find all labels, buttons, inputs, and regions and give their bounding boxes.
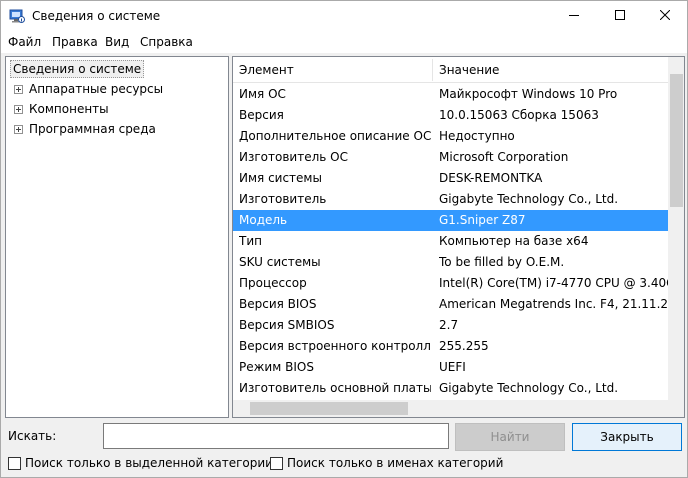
tree-node-components[interactable]: Компоненты bbox=[14, 101, 109, 117]
tree-node-hardware-resources[interactable]: Аппаратные ресурсы bbox=[14, 81, 163, 97]
tree-node-label: Программная среда bbox=[29, 122, 156, 136]
search-category-names-option[interactable]: Поиск только в именах категорий bbox=[270, 456, 503, 470]
table-row[interactable]: Изготовитель Gigabyte Technology Co., Ltd… bbox=[233, 189, 668, 210]
table-row[interactable]: Имя системы DESK-REMONTKA bbox=[233, 168, 668, 189]
minimize-icon bbox=[569, 9, 579, 23]
tree-node-software-environment[interactable]: Программная среда bbox=[14, 121, 156, 137]
row-value-cell: Microsoft Corporation bbox=[439, 150, 569, 164]
system-info-window: Сведения о системе Файл Правка Вид Справ… bbox=[0, 0, 688, 478]
tree-node-label: Аппаратные ресурсы bbox=[29, 82, 164, 96]
scrollbar-corner bbox=[668, 400, 684, 417]
close-window-button[interactable] bbox=[642, 1, 688, 31]
row-item-cell: Изготовитель ОС bbox=[239, 150, 348, 164]
horizontal-scrollbar[interactable] bbox=[233, 400, 668, 417]
find-button-label: Найти bbox=[490, 430, 530, 444]
close-button-label: Закрыть bbox=[600, 430, 654, 444]
table-row[interactable]: Версия SMBIOS 2.7 bbox=[233, 315, 668, 336]
row-value-cell: Недоступно bbox=[439, 129, 515, 143]
tree-node-label: Компоненты bbox=[29, 102, 109, 116]
row-value-cell: DESK-REMONTKA bbox=[439, 171, 543, 185]
row-item-cell: Дополнительное описание ОС bbox=[239, 129, 431, 143]
table-row[interactable]: Процессор Intel(R) Core(TM) i7-4770 CPU @… bbox=[233, 273, 668, 294]
table-row[interactable]: SKU системы To be filled by O.E.M. bbox=[233, 252, 668, 273]
column-header-item[interactable]: Элемент bbox=[233, 57, 432, 83]
row-value-cell: G1.Sniper Z87 bbox=[439, 213, 526, 227]
row-item-cell: Версия BIOS bbox=[239, 297, 317, 311]
row-item-cell: Версия bbox=[239, 108, 284, 122]
horizontal-scroll-thumb[interactable] bbox=[250, 402, 408, 415]
table-row[interactable]: Имя ОС Майкрософт Windows 10 Pro bbox=[233, 84, 668, 105]
menu-file[interactable]: Файл bbox=[8, 35, 41, 49]
table-row[interactable]: Версия BIOS American Megatrends Inc. F4, … bbox=[233, 294, 668, 315]
maximize-icon bbox=[615, 9, 625, 23]
search-input[interactable] bbox=[103, 423, 449, 449]
window-title: Сведения о системе bbox=[32, 9, 161, 23]
row-value-cell: Майкрософт Windows 10 Pro bbox=[439, 87, 618, 101]
expand-plus-icon[interactable] bbox=[14, 84, 23, 94]
row-item-cell: Модель bbox=[239, 213, 288, 227]
row-value-cell: American Megatrends Inc. F4, 21.11.2013 bbox=[439, 297, 668, 311]
row-item-cell: Режим BIOS bbox=[239, 360, 314, 374]
row-item-cell: Изготовитель bbox=[239, 192, 327, 206]
minimize-button[interactable] bbox=[551, 1, 597, 31]
list-header: Элемент Значение bbox=[233, 57, 668, 83]
category-tree[interactable]: Сведения о системе Аппаратные ресурсы Ко… bbox=[5, 56, 229, 418]
search-label: Искать: bbox=[8, 429, 57, 443]
menu-help[interactable]: Справка bbox=[140, 35, 193, 49]
row-value-cell: Компьютер на базе x64 bbox=[439, 234, 589, 248]
vertical-scroll-thumb[interactable] bbox=[670, 74, 683, 207]
row-value-cell: UEFI bbox=[439, 360, 466, 374]
row-value-cell: To be filled by O.E.M. bbox=[439, 255, 565, 269]
title-bar[interactable]: Сведения о системе bbox=[1, 1, 687, 31]
row-value-cell: Intel(R) Core(TM) i7-4770 CPU @ 3.40GHz bbox=[439, 276, 668, 290]
column-header-value[interactable]: Значение bbox=[433, 57, 668, 83]
find-button[interactable]: Найти bbox=[455, 423, 565, 451]
table-row[interactable]: Режим BIOS UEFI bbox=[233, 357, 668, 378]
search-selected-category-option[interactable]: Поиск только в выделенной категории bbox=[8, 456, 273, 470]
table-row[interactable]: Модель G1.Sniper Z87 bbox=[233, 210, 668, 231]
row-item-cell: Версия встроенного контроллера bbox=[239, 339, 431, 353]
expand-plus-icon[interactable] bbox=[14, 104, 23, 114]
row-value-cell: 2.7 bbox=[439, 318, 459, 332]
table-row[interactable]: Изготовитель ОС Microsoft Corporation bbox=[233, 147, 668, 168]
table-row[interactable]: Изготовитель основной платы Gigabyte Tech… bbox=[233, 378, 668, 399]
row-item-cell: Имя ОС bbox=[239, 87, 286, 101]
tree-root-system-summary[interactable]: Сведения о системе bbox=[10, 60, 145, 78]
expand-plus-icon[interactable] bbox=[14, 124, 23, 134]
list-rows: Имя ОС Майкрософт Windows 10 Pro Версия 10.… bbox=[233, 84, 668, 399]
row-item-cell: Изготовитель основной платы bbox=[239, 381, 431, 395]
search-selected-category-checkbox[interactable] bbox=[8, 456, 21, 470]
row-item-cell: Процессор bbox=[239, 276, 307, 290]
row-value-cell: 255.255 bbox=[439, 339, 489, 353]
vertical-scrollbar[interactable] bbox=[668, 57, 684, 400]
row-item-cell: Тип bbox=[239, 234, 262, 248]
row-item-cell: Версия SMBIOS bbox=[239, 318, 335, 332]
row-value-cell: 10.0.15063 Сборка 15063 bbox=[439, 108, 599, 122]
close-button[interactable]: Закрыть bbox=[572, 423, 682, 451]
row-item-cell: SKU системы bbox=[239, 255, 321, 269]
system-info-icon bbox=[9, 8, 25, 24]
close-icon bbox=[659, 9, 671, 23]
menu-bar: Файл Правка Вид Справка bbox=[1, 31, 687, 53]
menu-view[interactable]: Вид bbox=[105, 35, 129, 49]
details-list[interactable]: Элемент Значение Имя ОС Майкрософт Window… bbox=[232, 56, 685, 418]
search-category-names-checkbox[interactable] bbox=[270, 456, 283, 470]
search-selected-category-label[interactable]: Поиск только в выделенной категории bbox=[25, 456, 273, 470]
table-row[interactable]: Дополнительное описание ОС Недоступно bbox=[233, 126, 668, 147]
search-category-names-label[interactable]: Поиск только в именах категорий bbox=[287, 456, 503, 470]
row-value-cell: Gigabyte Technology Co., Ltd. bbox=[439, 192, 619, 206]
table-row[interactable]: Версия встроенного контроллера 255.255 bbox=[233, 336, 668, 357]
table-row[interactable]: Тип Компьютер на базе x64 bbox=[233, 231, 668, 252]
maximize-button[interactable] bbox=[597, 1, 643, 31]
row-value-cell: Gigabyte Technology Co., Ltd. bbox=[439, 381, 619, 395]
menu-edit[interactable]: Правка bbox=[52, 35, 98, 49]
row-item-cell: Имя системы bbox=[239, 171, 322, 185]
table-row[interactable]: Версия 10.0.15063 Сборка 15063 bbox=[233, 105, 668, 126]
